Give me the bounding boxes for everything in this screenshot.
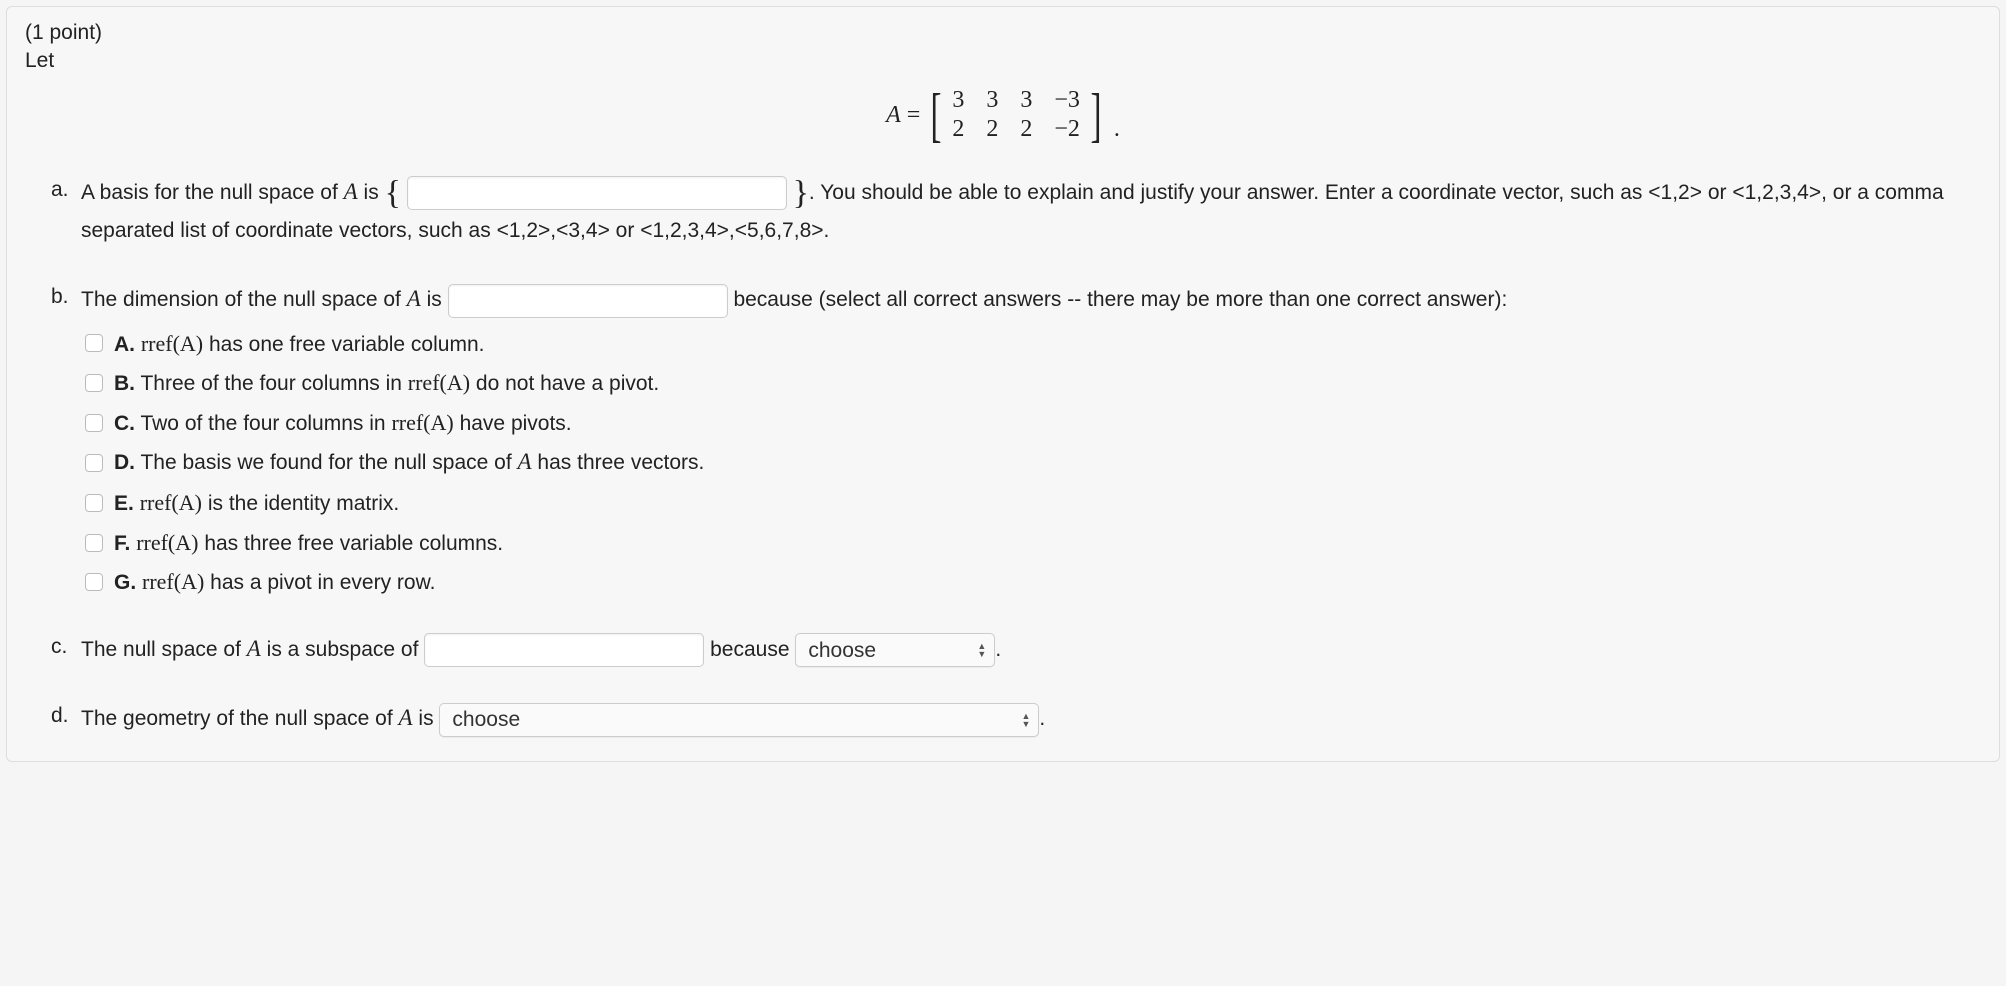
choice-letter: E. bbox=[114, 492, 134, 515]
part-c-text-2: is a subspace of bbox=[261, 638, 424, 661]
dimension-input[interactable] bbox=[448, 284, 728, 318]
checkbox-g[interactable] bbox=[85, 573, 103, 591]
rref-fn: rref(A) bbox=[142, 569, 204, 594]
part-b: The dimension of the null space of A is … bbox=[51, 278, 1981, 600]
choice-letter: C. bbox=[114, 412, 135, 435]
checkbox-f[interactable] bbox=[85, 534, 103, 552]
rref-fn: rref(A) bbox=[136, 530, 198, 555]
example-4: <1,2,3,4>,<5,6,7,8> bbox=[640, 219, 823, 242]
parts-list: A basis for the null space of A is { }. … bbox=[25, 171, 1981, 739]
stepper-icon: ▲▼ bbox=[1022, 712, 1031, 728]
part-d: The geometry of the null space of A is c… bbox=[51, 697, 1981, 738]
part-a-text-1: A basis for the null space of bbox=[81, 181, 344, 204]
matrix-cell: 2 bbox=[986, 116, 998, 143]
choice-b: B. Three of the four columns in rref(A) … bbox=[81, 365, 1981, 401]
matrix-grid: 3 3 3 −3 2 2 2 −2 bbox=[952, 87, 1080, 143]
rref-fn: rref(A) bbox=[391, 410, 453, 435]
rref-fn: rref(A) bbox=[141, 331, 203, 356]
matrix-cell: 2 bbox=[952, 116, 964, 143]
choice-g: G. rref(A) has a pivot in every row. bbox=[81, 564, 1981, 600]
choice-post: has three free variable columns. bbox=[198, 532, 503, 555]
left-brace: { bbox=[385, 174, 401, 211]
equals-sign: = bbox=[907, 102, 921, 129]
right-brace: } bbox=[793, 174, 809, 211]
points-label: (1 point) bbox=[25, 21, 1981, 45]
example-2: <1,2,3,4> bbox=[1732, 181, 1821, 204]
matrix-cell: 3 bbox=[986, 87, 998, 114]
matrix-cell: 3 bbox=[952, 87, 964, 114]
part-d-text-2: is bbox=[413, 707, 440, 730]
choice-post: have pivots. bbox=[454, 412, 572, 435]
rref-fn: rref(A) bbox=[408, 370, 470, 395]
basis-input[interactable] bbox=[407, 176, 787, 210]
checkbox-c[interactable] bbox=[85, 414, 103, 432]
example-1: <1,2> bbox=[1648, 181, 1702, 204]
choice-post: do not have a pivot. bbox=[470, 372, 659, 395]
var-A: A bbox=[247, 636, 261, 661]
select-label: choose bbox=[452, 701, 520, 739]
choice-letter: G. bbox=[114, 571, 136, 594]
checkbox-d[interactable] bbox=[85, 454, 103, 472]
choice-letter: A. bbox=[114, 333, 135, 356]
part-b-text-1: The dimension of the null space of bbox=[81, 288, 407, 311]
part-d-end: . bbox=[1039, 707, 1045, 730]
checkbox-a[interactable] bbox=[85, 334, 103, 352]
part-a-end: . bbox=[824, 219, 830, 242]
choice-post: has three vectors. bbox=[532, 451, 705, 474]
matrix-period: . bbox=[1114, 116, 1120, 143]
part-b-text-2: is bbox=[421, 288, 448, 311]
left-bracket: [ bbox=[931, 87, 942, 143]
var-A: A bbox=[344, 179, 358, 204]
part-b-text-3: because (select all correct answers -- t… bbox=[733, 288, 1507, 311]
matrix-cell: 2 bbox=[1020, 116, 1032, 143]
part-c: The null space of A is a subspace of bec… bbox=[51, 628, 1981, 669]
right-bracket: ] bbox=[1090, 87, 1101, 143]
matrix-equation: A = [ 3 3 3 −3 2 2 2 −2 ] . bbox=[25, 87, 1981, 143]
choice-letter: D. bbox=[114, 451, 135, 474]
checkbox-e[interactable] bbox=[85, 494, 103, 512]
choice-pre: Three of the four columns in bbox=[140, 372, 407, 395]
geometry-select[interactable]: choose ▲▼ bbox=[439, 703, 1039, 737]
choice-a: A. rref(A) has one free variable column. bbox=[81, 326, 1981, 362]
matrix-var: A bbox=[886, 102, 901, 129]
var-A: A bbox=[407, 286, 421, 311]
choice-pre: Two of the four columns in bbox=[140, 412, 391, 435]
part-a-text-3: . You should be able to explain and just… bbox=[809, 181, 1648, 204]
matrix-cell: −3 bbox=[1054, 87, 1080, 114]
choice-pre: The basis we found for the null space of bbox=[140, 451, 517, 474]
part-a-or2: or bbox=[610, 219, 640, 242]
choice-letter: F. bbox=[114, 532, 130, 555]
choice-e: E. rref(A) is the identity matrix. bbox=[81, 485, 1981, 521]
let-label: Let bbox=[25, 49, 1981, 73]
var-A: A bbox=[399, 705, 413, 730]
part-c-text-1: The null space of bbox=[81, 638, 247, 661]
matrix-cell: 3 bbox=[1020, 87, 1032, 114]
part-a-or1: or bbox=[1702, 181, 1732, 204]
part-a: A basis for the null space of A is { }. … bbox=[51, 171, 1981, 250]
select-label: choose bbox=[808, 632, 876, 670]
part-a-text-2: is bbox=[358, 181, 385, 204]
example-3: <1,2>,<3,4> bbox=[497, 219, 610, 242]
rref-fn: rref(A) bbox=[140, 490, 202, 515]
choice-f: F. rref(A) has three free variable colum… bbox=[81, 525, 1981, 561]
reason-select[interactable]: choose ▲▼ bbox=[795, 633, 995, 667]
matrix-cell: −2 bbox=[1054, 116, 1080, 143]
checkbox-list: A. rref(A) has one free variable column.… bbox=[81, 326, 1981, 600]
problem-container: (1 point) Let A = [ 3 3 3 −3 2 2 2 −2 ] … bbox=[6, 6, 2000, 762]
subspace-input[interactable] bbox=[424, 633, 704, 667]
choice-post: is the identity matrix. bbox=[202, 492, 399, 515]
part-d-text-1: The geometry of the null space of bbox=[81, 707, 399, 730]
var-A: A bbox=[518, 449, 532, 474]
choice-post: has a pivot in every row. bbox=[204, 571, 435, 594]
choice-d: D. The basis we found for the null space… bbox=[81, 444, 1981, 481]
choice-post: has one free variable column. bbox=[203, 333, 484, 356]
stepper-icon: ▲▼ bbox=[977, 642, 986, 658]
part-c-end: . bbox=[995, 638, 1001, 661]
choice-letter: B. bbox=[114, 372, 135, 395]
choice-c: C. Two of the four columns in rref(A) ha… bbox=[81, 405, 1981, 441]
checkbox-b[interactable] bbox=[85, 374, 103, 392]
part-c-because: because bbox=[710, 638, 795, 661]
